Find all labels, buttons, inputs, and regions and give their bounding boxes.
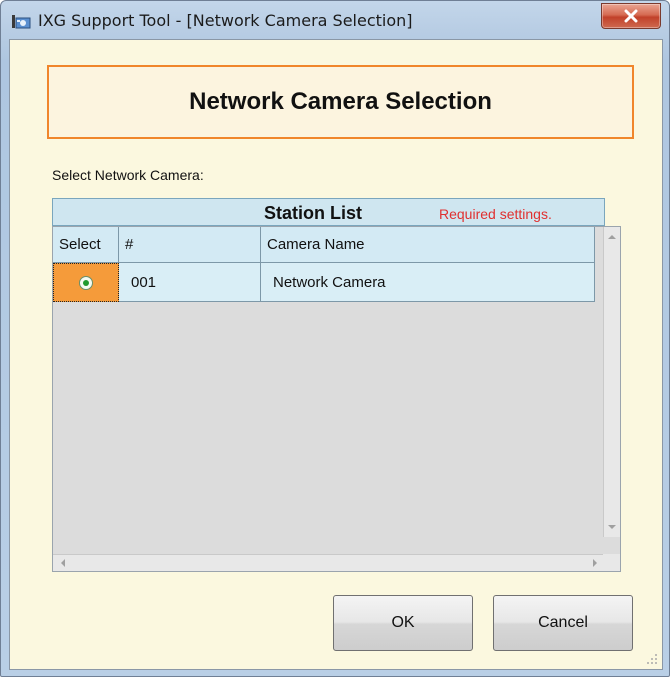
dialog-content: Network Camera Selection Select Network … bbox=[9, 39, 663, 670]
scrollbar-corner bbox=[603, 554, 620, 571]
page-title: Network Camera Selection bbox=[189, 88, 492, 115]
station-list-header: Station List Required settings. bbox=[52, 198, 605, 226]
row-number-cell[interactable]: 001 bbox=[119, 263, 261, 302]
station-list-table[interactable]: Select # Camera Name 001 Network Camera bbox=[52, 226, 621, 572]
dialog-window: IXG Support Tool - [Network Camera Selec… bbox=[0, 0, 670, 677]
select-camera-label: Select Network Camera: bbox=[52, 167, 204, 183]
cancel-button[interactable]: Cancel bbox=[493, 595, 633, 651]
scroll-up-icon[interactable] bbox=[604, 229, 620, 245]
horizontal-scrollbar[interactable] bbox=[53, 554, 605, 571]
close-icon bbox=[624, 9, 638, 23]
required-settings-note: Required settings. bbox=[439, 206, 552, 222]
row-camera-name-cell[interactable]: Network Camera bbox=[261, 263, 595, 302]
radio-selected-icon[interactable] bbox=[79, 275, 93, 290]
title-bar[interactable]: IXG Support Tool - [Network Camera Selec… bbox=[1, 1, 669, 39]
vertical-scrollbar[interactable] bbox=[603, 227, 620, 537]
header-box: Network Camera Selection bbox=[47, 65, 634, 139]
ok-button[interactable]: OK bbox=[333, 595, 473, 651]
station-list-title: Station List bbox=[264, 203, 362, 223]
column-header-number[interactable]: # bbox=[119, 227, 261, 263]
scroll-left-icon[interactable] bbox=[55, 555, 71, 571]
scroll-down-icon[interactable] bbox=[604, 519, 620, 535]
close-button[interactable] bbox=[601, 3, 661, 29]
row-select-cell[interactable] bbox=[53, 263, 119, 302]
app-icon bbox=[11, 11, 31, 31]
radio-dot bbox=[83, 279, 89, 286]
resize-grip-icon[interactable] bbox=[646, 653, 658, 665]
window-title: IXG Support Tool - [Network Camera Selec… bbox=[38, 11, 413, 30]
column-header-select[interactable]: Select bbox=[53, 227, 119, 263]
column-header-camera-name[interactable]: Camera Name bbox=[261, 227, 595, 263]
scroll-right-icon[interactable] bbox=[587, 555, 603, 571]
